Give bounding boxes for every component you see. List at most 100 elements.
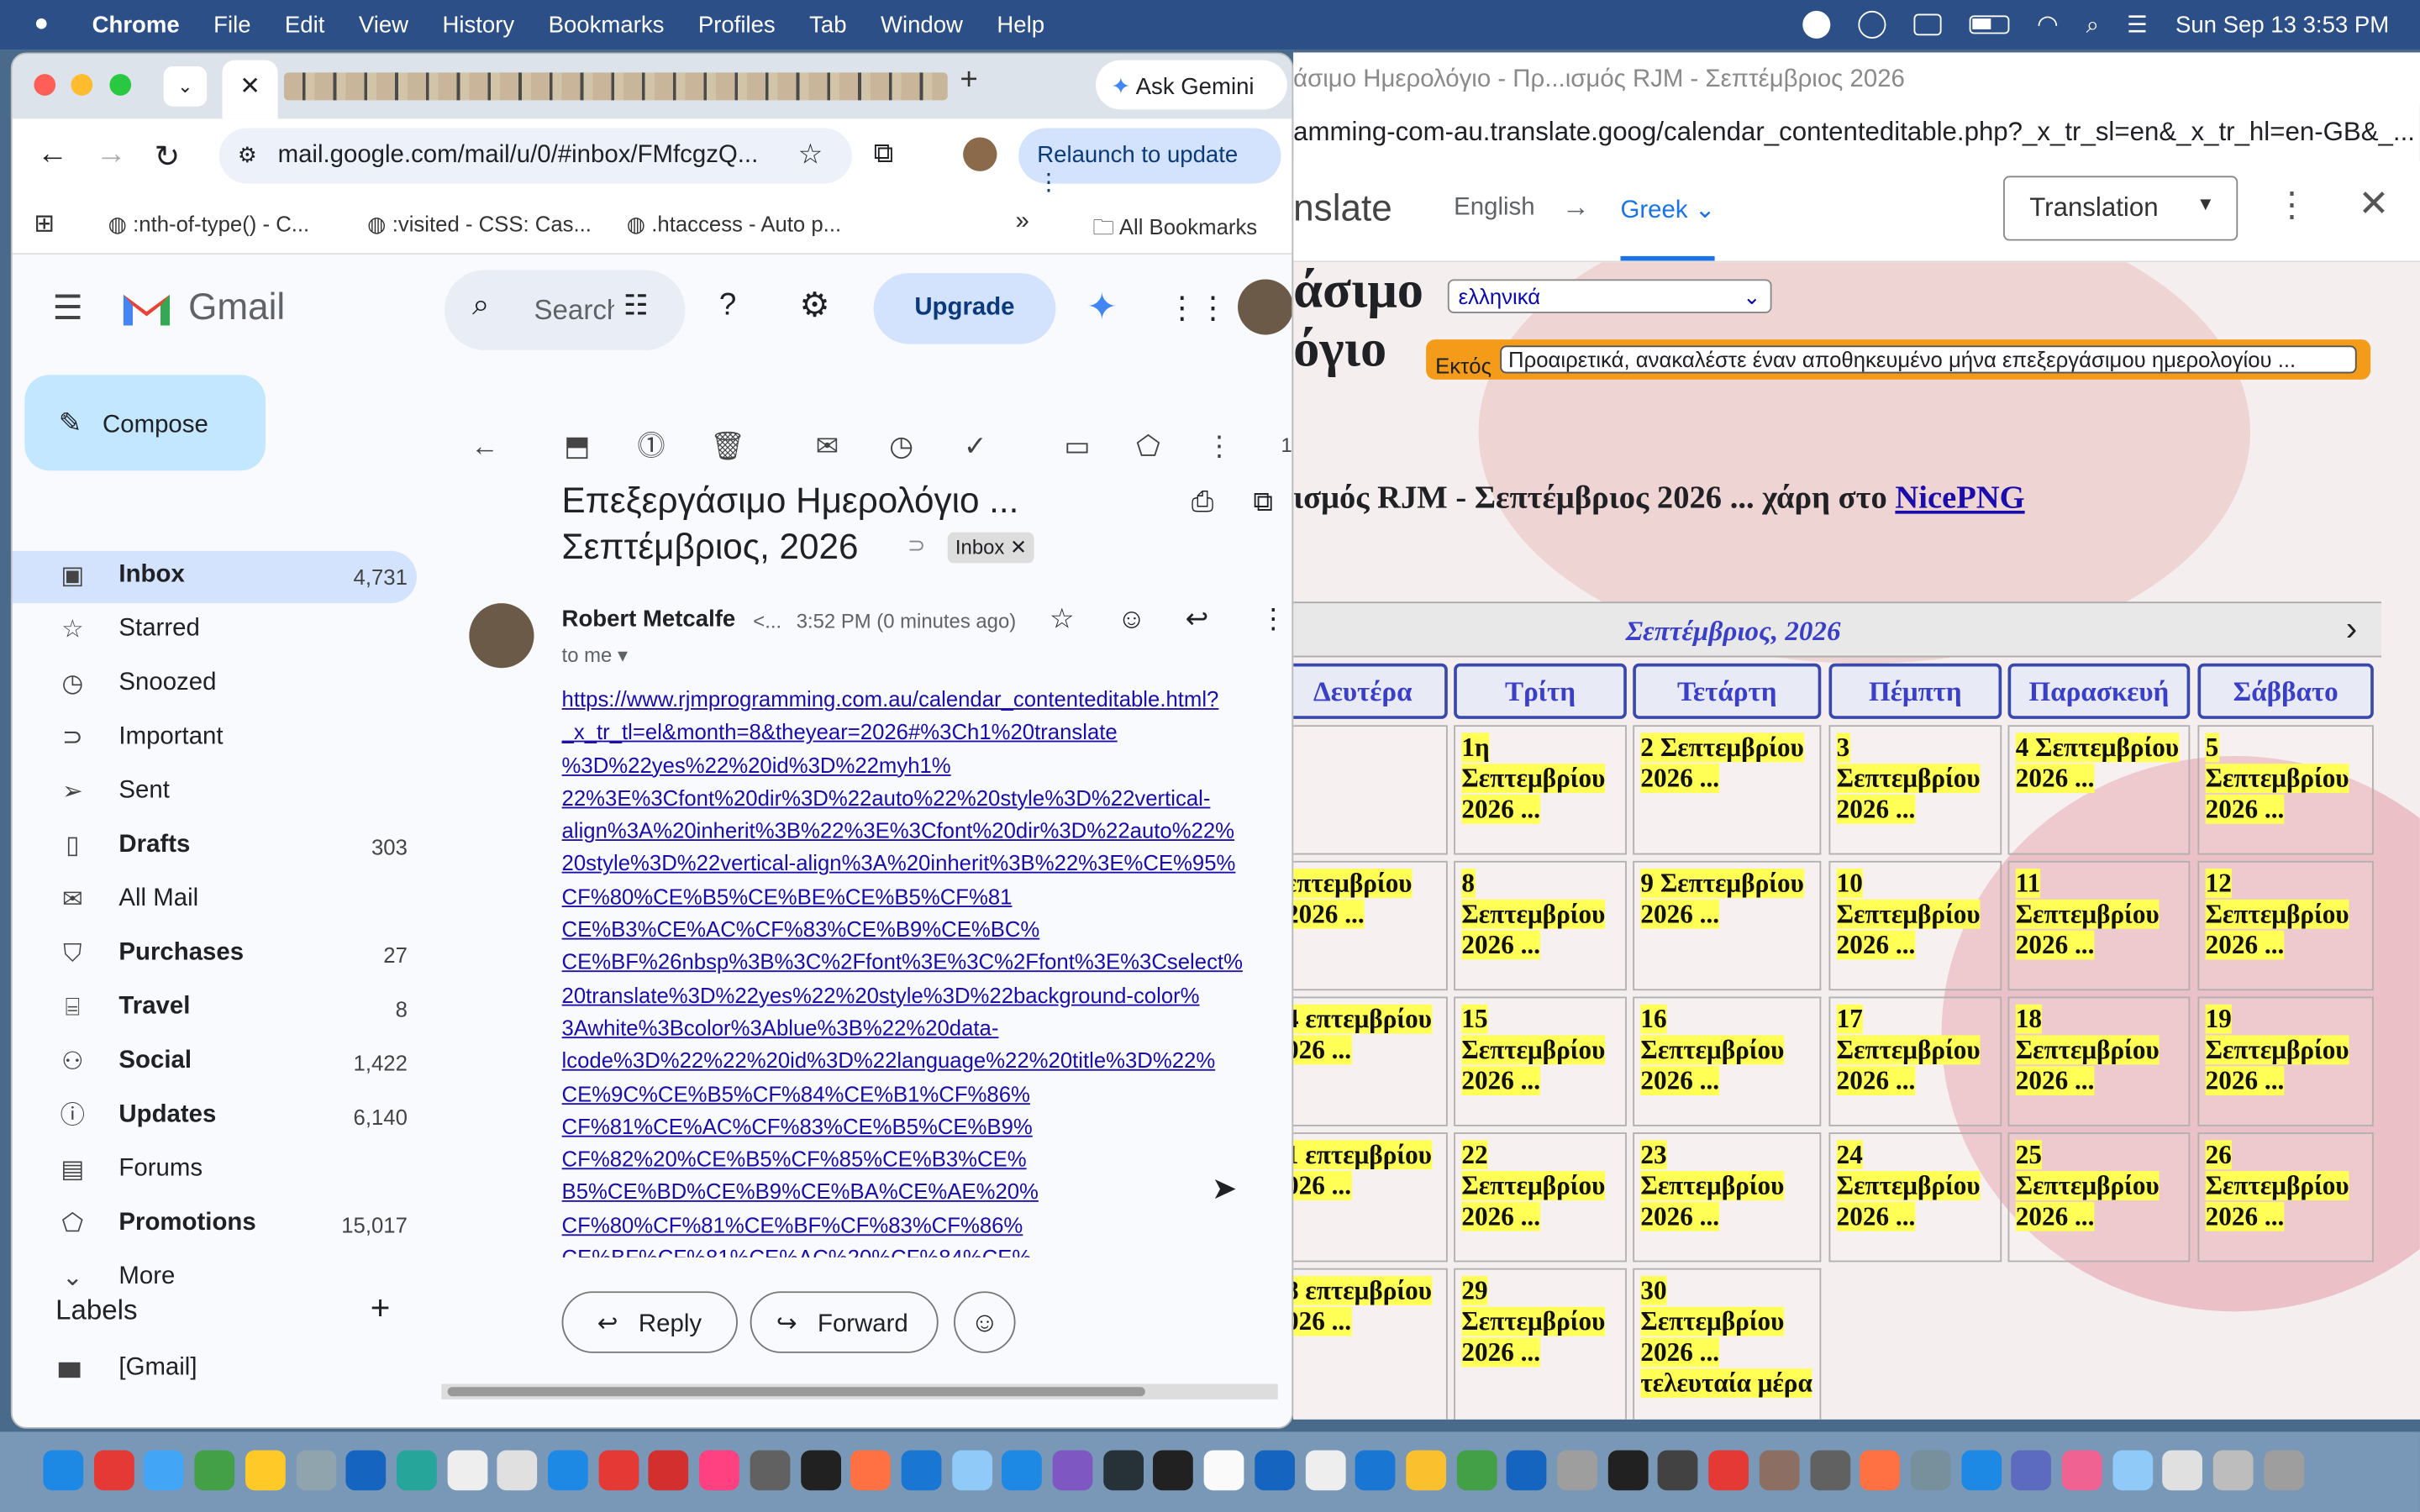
archive-icon[interactable]: ⬒ <box>562 430 593 461</box>
omnibox-url[interactable]: mail.google.com/mail/u/0/#inbox/FMfcgzQ.… <box>278 142 759 170</box>
dock-app-icon[interactable] <box>1860 1450 1901 1491</box>
close-window-button[interactable] <box>34 74 56 96</box>
active-tab-close-icon[interactable]: ✕ <box>222 60 278 119</box>
account-avatar[interactable] <box>1238 279 1292 335</box>
emoji-reaction-button[interactable]: ☺ <box>954 1291 1016 1353</box>
menu-profiles[interactable]: Profiles <box>698 12 776 38</box>
calendar-day-cell[interactable]: 4 επτεμβρίου 026 ... <box>1293 996 1448 1126</box>
link-line[interactable]: align%3A%20inherit%3B%22%3E%3Cfont%20dir… <box>562 815 1287 848</box>
add-label-plus-icon[interactable]: + <box>371 1289 391 1329</box>
sender-name[interactable]: Robert Metcalfe <box>562 606 736 633</box>
wifi-icon[interactable]: ◠ <box>2037 9 2059 40</box>
calendar-day-cell[interactable]: 15 Σεπτεμβρίου 2026 ... <box>1454 996 1627 1126</box>
link-line[interactable]: B5%CE%BD%CE%B9%CE%BA%CE%AE%20% <box>562 1176 1287 1209</box>
calendar-day-cell[interactable]: 4 Σεπτεμβρίου 2026 ... <box>2007 725 2191 855</box>
sidebar-item-starred[interactable]: ☆ Starred <box>13 605 417 657</box>
dock-app-icon[interactable] <box>396 1450 437 1491</box>
report-spam-icon[interactable]: ⓵ <box>636 430 667 461</box>
menu-view[interactable]: View <box>359 12 408 38</box>
reload-icon[interactable]: ↻ <box>155 137 181 176</box>
dock-app-icon[interactable] <box>598 1450 639 1491</box>
menu-tab[interactable]: Tab <box>809 12 846 38</box>
star-icon[interactable]: ☆ <box>1050 603 1075 636</box>
back-to-inbox-icon[interactable]: ← <box>469 430 500 461</box>
nicepng-link[interactable]: NicePNG <box>1895 478 2024 515</box>
link-line[interactable]: CE%BF%26nbsp%3B%3C%2Ffont%3E%3C%2Ffont%3… <box>562 947 1287 979</box>
label-gmail[interactable]: [Gmail] <box>118 1355 197 1383</box>
relaunch-button[interactable]: Relaunch to update ⋮ <box>1018 128 1281 196</box>
play-icon[interactable] <box>1857 10 1886 39</box>
profile-avatar[interactable] <box>963 137 997 171</box>
search-icon[interactable]: ⌕ <box>472 288 490 323</box>
dock-app-icon[interactable] <box>548 1450 588 1491</box>
link-line[interactable]: CE%BF%CF%81%CE%AC%20%CF%84%CE% <box>562 1242 1287 1257</box>
bookmark-1[interactable]: ◍ :nth-of-type() - C... <box>108 212 310 238</box>
dock-app-icon[interactable] <box>2162 1450 2203 1491</box>
dock-app-icon[interactable] <box>1456 1450 1497 1491</box>
link-line[interactable]: CF%81%CE%AC%CF%83%CE%B5%CE%B9% <box>562 1110 1287 1143</box>
site-info-icon[interactable]: ⚙ <box>238 142 257 168</box>
apple-menu-icon[interactable]: ● <box>34 11 49 39</box>
dock-app-icon[interactable] <box>194 1450 235 1491</box>
calendar-day-cell[interactable]: 1 επτεμβρίου 026 ... <box>1293 1132 1448 1263</box>
menu-window[interactable]: Window <box>881 12 963 38</box>
calendar-day-cell[interactable]: 8 Σεπτεμβρίου 2026 ... <box>1454 860 1627 991</box>
calendar-day-cell[interactable]: 5 Σεπτεμβρίου 2026 ... <box>2197 725 2374 855</box>
horizontal-scrollbar[interactable] <box>441 1383 1278 1399</box>
dock-app-icon[interactable] <box>144 1450 185 1491</box>
calendar-day-cell[interactable]: επτεμβρίου 2026 ... <box>1293 860 1448 991</box>
gemini-icon[interactable]: ✦ <box>1086 286 1118 330</box>
calendar-day-cell[interactable]: 22 Σεπτεμβρίου 2026 ... <box>1454 1132 1627 1263</box>
dock-app-icon[interactable] <box>2264 1450 2304 1491</box>
source-language[interactable]: English <box>1454 194 1534 222</box>
more-vert-icon[interactable]: ⋮ <box>2275 185 2308 225</box>
battery-icon[interactable] <box>1969 15 2009 34</box>
dock-app-icon[interactable] <box>699 1450 739 1491</box>
search-filter-icon[interactable]: ☷ <box>623 290 649 323</box>
remove-label-close-icon[interactable]: ✕ <box>1010 535 1027 559</box>
dock-app-icon[interactable] <box>1153 1450 1194 1491</box>
language-select[interactable]: ελληνικά ⌄ <box>1447 279 1772 313</box>
calendar-day-cell[interactable]: 3 Σεπτεμβρίου 2026 ... <box>1828 725 2002 855</box>
bookmark-3[interactable]: ◍ .htaccess - Auto p... <box>627 212 841 238</box>
all-bookmarks[interactable]: 🗀 All Bookmarks <box>1092 212 1257 249</box>
link-line[interactable]: 20translate%3D%22yes%22%20style%3D%22bac… <box>562 979 1287 1012</box>
snooze-clock-icon[interactable]: ◷ <box>886 430 917 461</box>
calendar-day-cell[interactable]: 16 Σεπτεμβρίου 2026 ... <box>1633 996 1822 1126</box>
ask-gemini-button[interactable]: ✦ Ask Gemini <box>1096 60 1287 110</box>
calendar-day-cell[interactable]: 2 Σεπτεμβρίου 2026 ... <box>1633 725 1822 855</box>
link-line[interactable]: 3Awhite%3Bcolor%3Ablue%3B%22%20data- <box>562 1012 1287 1045</box>
calendar-day-cell[interactable] <box>1293 725 1448 855</box>
dock-app-icon[interactable] <box>1809 1450 1850 1491</box>
app-name-menu[interactable]: Chrome <box>92 12 180 38</box>
menu-edit[interactable]: Edit <box>285 12 324 38</box>
sidebar-item-all-mail[interactable]: ✉ All Mail <box>13 874 417 927</box>
dock-app-icon[interactable] <box>1708 1450 1749 1491</box>
calendar-day-cell[interactable]: 8 επτεμβρίου 026 ... <box>1293 1268 1448 1420</box>
dock-app-icon[interactable] <box>1102 1450 1144 1491</box>
sidebar-item-drafts[interactable]: ▯ Drafts 303 <box>13 821 417 873</box>
importance-marker-icon[interactable]: ⊃ <box>908 533 926 559</box>
forward-arrow-icon[interactable]: → <box>96 137 127 172</box>
dock-app-icon[interactable] <box>497 1450 538 1491</box>
move-to-icon[interactable]: ▭ <box>1062 430 1093 461</box>
dock-app-icon[interactable] <box>750 1450 791 1491</box>
emoji-react-icon[interactable]: ☺ <box>1118 603 1146 636</box>
link-line[interactable]: 20style%3D%22vertical-align%3A%20inherit… <box>562 848 1287 880</box>
bookmark-star-icon[interactable]: ☆ <box>798 139 823 171</box>
dock-app-icon[interactable] <box>850 1450 892 1491</box>
calendar-day-cell[interactable]: 25 Σεπτεμβρίου 2026 ... <box>2007 1132 2191 1263</box>
dock-app-icon[interactable] <box>2213 1450 2254 1491</box>
spotlight-search-icon[interactable]: ⌕ <box>2086 12 2099 38</box>
sidebar-item-sent[interactable]: ➢ Sent <box>13 767 417 819</box>
status-app-icon[interactable] <box>1802 10 1830 39</box>
reply-button[interactable]: ↩ Reply <box>561 1291 738 1353</box>
new-tab-plus-icon[interactable]: + <box>960 63 977 98</box>
more-bookmarks-chevron-icon[interactable]: » <box>1016 208 1029 236</box>
minimize-window-button[interactable] <box>71 74 93 96</box>
tab-search-icon[interactable]: ⌄ <box>163 66 208 107</box>
next-month-chevron-icon[interactable]: › <box>2346 609 2357 649</box>
dock-app-icon[interactable] <box>345 1450 387 1491</box>
dock-app-icon[interactable] <box>649 1450 689 1491</box>
dock-app-icon[interactable] <box>2061 1450 2102 1491</box>
